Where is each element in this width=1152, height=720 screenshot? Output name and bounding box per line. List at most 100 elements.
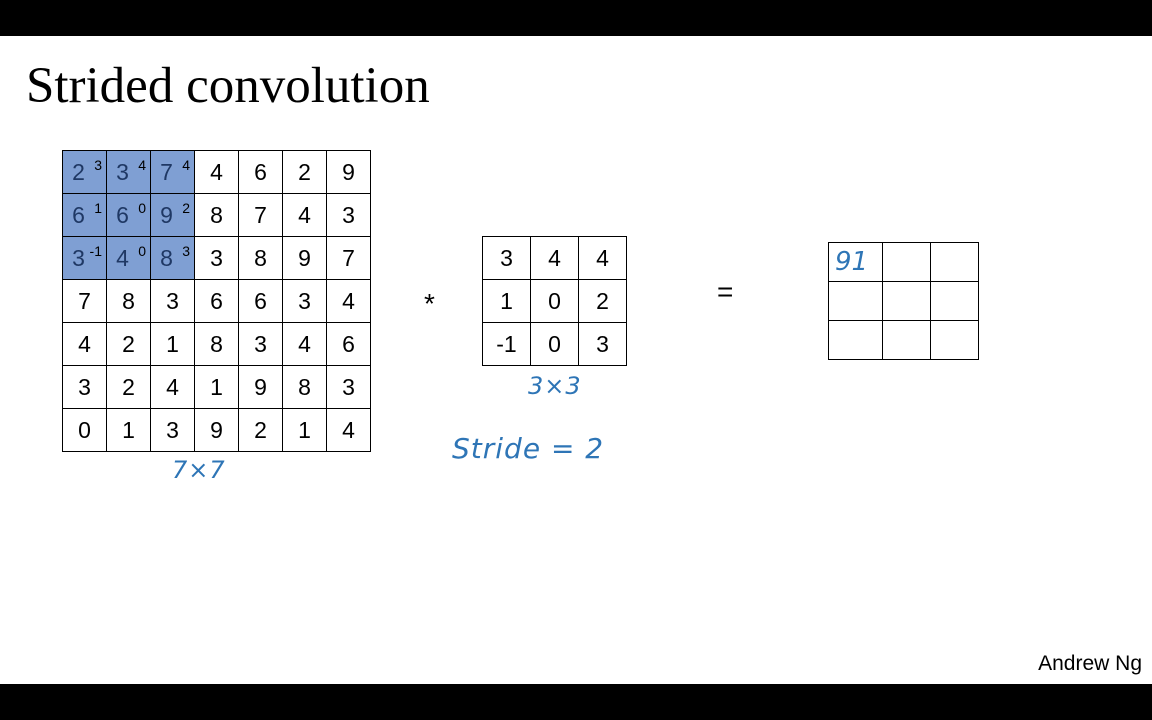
input-cell: 4 (150, 365, 195, 409)
input-value: 3 (78, 373, 91, 400)
input-cell: 7 (238, 193, 283, 237)
input-value: 9 (254, 373, 267, 400)
filter-value: -1 (496, 330, 517, 357)
filter-cell: 4 (578, 236, 627, 280)
input-cell: 4 (62, 322, 107, 366)
input-cell: 0 (62, 408, 107, 452)
input-value: 6 (116, 201, 129, 228)
overlay-weight: 2 (182, 200, 190, 216)
input-value: 1 (166, 330, 179, 357)
overlay-weight: 0 (138, 243, 146, 259)
overlay-weight: -1 (89, 243, 102, 259)
input-value: 9 (160, 201, 173, 228)
input-cell: 6 (238, 279, 283, 323)
filter-cell: 1 (482, 279, 531, 323)
input-cell: 6 (194, 279, 239, 323)
input-value: 1 (122, 416, 135, 443)
output-cell (882, 320, 931, 360)
input-cell: 6 (326, 322, 371, 366)
input-cell: 8 (194, 193, 239, 237)
input-value: 8 (210, 330, 223, 357)
input-value: 2 (122, 330, 135, 357)
stride-note: Stride = 2 (452, 432, 605, 465)
input-row: 3 2 4 1 9 8 3 (62, 365, 371, 409)
input-value: 2 (298, 158, 311, 185)
input-cell: 92 (150, 193, 195, 237)
input-value: 3 (166, 416, 179, 443)
input-row: 3 -1 4 0 8 3 3 8 9 7 (62, 236, 371, 280)
input-row: 7 8 3 6 6 3 4 (62, 279, 371, 323)
input-cell: 8 (194, 322, 239, 366)
input-cell: 3 (238, 322, 283, 366)
input-cell: 40 (106, 236, 151, 280)
input-cell: 9 (194, 408, 239, 452)
input-cell: 8 (282, 365, 327, 409)
overlay-weight: 4 (182, 157, 190, 173)
input-cell: 74 (150, 150, 195, 194)
input-value: 6 (254, 287, 267, 314)
output-cell (930, 320, 979, 360)
input-value: 1 (298, 416, 311, 443)
input-cell: 4 (194, 150, 239, 194)
equals-operator: = (717, 276, 734, 307)
overlay-weight: 3 (182, 243, 190, 259)
input-value: 2 (72, 158, 85, 185)
input-value: 4 (78, 330, 91, 357)
output-row (828, 320, 979, 360)
input-value: 3 (210, 244, 223, 271)
input-value: 4 (210, 158, 223, 185)
input-value: 7 (78, 287, 91, 314)
input-value: 3 (166, 287, 179, 314)
input-cell: 4 (282, 193, 327, 237)
input-cell: 1 (106, 408, 151, 452)
input-value: 3 (254, 330, 267, 357)
input-value: 8 (210, 201, 223, 228)
convolve-operator: * (424, 288, 435, 319)
overlay-weight: 3 (94, 157, 102, 173)
input-value: 7 (254, 201, 267, 228)
input-cell: 1 (282, 408, 327, 452)
input-cell: 4 (282, 322, 327, 366)
input-value: 3 (72, 244, 85, 271)
output-cell (930, 242, 979, 282)
input-cell: 3 -1 (62, 236, 107, 280)
input-cell: 3 (150, 279, 195, 323)
output-row: 91 (828, 242, 979, 282)
input-cell: 1 (194, 365, 239, 409)
filter-row: 1 0 2 (482, 279, 627, 323)
filter-row: -1 0 3 (482, 322, 627, 366)
input-value: 1 (210, 373, 223, 400)
input-cell: 8 (238, 236, 283, 280)
input-value: 7 (342, 244, 355, 271)
input-value: 8 (160, 244, 173, 271)
input-cell: 83 (150, 236, 195, 280)
overlay-weight: 4 (138, 157, 146, 173)
input-value: 4 (298, 201, 311, 228)
input-cell: 7 (62, 279, 107, 323)
input-cell: 3 (62, 365, 107, 409)
filter-cell: 3 (482, 236, 531, 280)
input-cell: 2 (106, 322, 151, 366)
input-size-label: 7×7 (172, 456, 226, 484)
input-cell: 3 (326, 193, 371, 237)
slide: Strided convolution 23347446296160928743… (0, 36, 1152, 684)
filter-value: 2 (596, 287, 609, 314)
input-value: 2 (254, 416, 267, 443)
output-matrix: 91 (828, 242, 979, 360)
filter-value: 4 (548, 244, 561, 271)
input-value: 3 (342, 201, 355, 228)
input-cell: 1 (150, 322, 195, 366)
input-cell: 3 (326, 365, 371, 409)
input-value: 3 (298, 287, 311, 314)
output-cell (882, 242, 931, 282)
input-cell: 9 (282, 236, 327, 280)
overlay-weight: 1 (94, 200, 102, 216)
input-value: 3 (116, 158, 129, 185)
input-value: 3 (342, 373, 355, 400)
output-cell (882, 281, 931, 321)
input-cell: 7 (326, 236, 371, 280)
input-cell: 60 (106, 193, 151, 237)
input-cell: 8 (106, 279, 151, 323)
filter-cell: 4 (530, 236, 579, 280)
input-cell: 2 (106, 365, 151, 409)
